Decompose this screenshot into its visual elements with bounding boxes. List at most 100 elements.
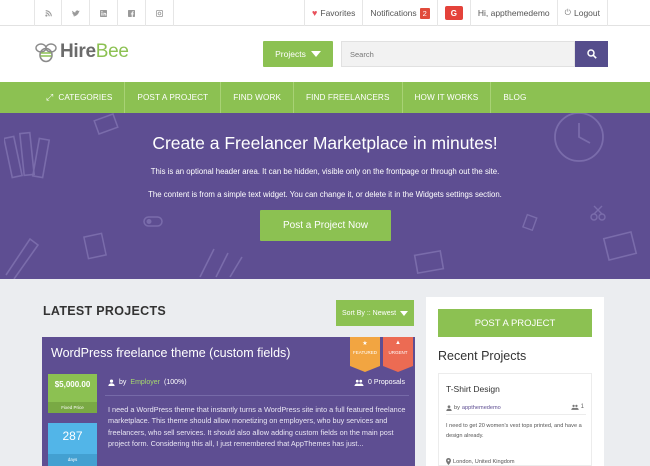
nav-label: BLOG — [503, 93, 527, 102]
site-logo[interactable]: Hire Bee — [34, 40, 129, 64]
toggle-doodle-icon — [143, 216, 163, 227]
rss-icon[interactable] — [34, 0, 62, 26]
favorites-link[interactable]: ♥ Favorites — [304, 0, 362, 26]
expand-arrows-icon: ⤢ — [46, 92, 54, 102]
users-icon — [570, 404, 579, 410]
note-doodle-icon — [83, 232, 107, 260]
projects-dropdown[interactable]: Projects — [263, 41, 333, 67]
caret-down-icon — [310, 51, 321, 57]
hero-text-2: The content is from a simple text widget… — [148, 190, 502, 199]
post-a-project-button[interactable]: POST A PROJECT — [438, 309, 592, 337]
employer-rating: (100%) — [163, 379, 187, 386]
notifications-link[interactable]: Notifications 2 — [362, 0, 436, 26]
scissors-doodle-icon — [590, 205, 606, 221]
board-doodle-icon — [602, 230, 638, 262]
recent-projects-title: Recent Projects — [438, 349, 527, 363]
alert-icon: ▲ — [395, 340, 401, 346]
map-pin-icon — [446, 458, 451, 465]
recent-project-location: London, United Kingdom — [446, 458, 515, 465]
projects-dropdown-label: Projects — [275, 49, 306, 59]
power-icon: ⏻ — [564, 8, 571, 17]
by-label: by — [454, 405, 460, 411]
proposals-count: 1 — [580, 404, 584, 410]
nav-label: HOW IT WORKS — [414, 93, 479, 102]
logo-text-hire: Hire — [60, 41, 96, 62]
hero-banner: Create a Freelancer Marketplace in minut… — [0, 113, 650, 279]
project-card[interactable]: WordPress freelance theme (custom fields… — [42, 337, 415, 466]
nav-item-find-freelancers[interactable]: FIND FREELANCERS — [294, 82, 403, 113]
by-label: by — [119, 379, 127, 386]
logout-link[interactable]: ⏻ Logout — [556, 0, 608, 26]
instagram-icon[interactable] — [146, 0, 174, 26]
price-badge: $5,000.00 Fixed Price — [48, 374, 97, 413]
days-badge: 287 days — [48, 423, 97, 466]
user-icon — [446, 405, 452, 411]
twitter-icon[interactable] — [62, 0, 90, 26]
greeting-link[interactable]: Hi, appthemedemo — [469, 0, 557, 26]
logout-label: Logout — [574, 8, 600, 18]
urgent-ribbon: ▲ URGENT — [383, 337, 413, 372]
ruler-doodle-icon — [199, 248, 243, 278]
heart-icon: ♥ — [312, 8, 318, 18]
gravatar-icon: G — [444, 6, 463, 20]
favorites-label: Favorites — [320, 8, 356, 18]
star-icon: ★ — [362, 341, 368, 347]
recent-project-user-link[interactable]: appthemedemo — [462, 405, 501, 411]
recent-project-byline: by appthemedemo — [446, 405, 501, 411]
recent-project-title[interactable]: T-Shirt Design — [446, 384, 500, 394]
post-project-now-button[interactable]: Post a Project Now — [260, 210, 391, 241]
nav-label: FIND WORK — [233, 93, 282, 102]
clip-doodle-icon — [522, 213, 538, 232]
sort-dropdown[interactable]: Sort By :: Newest — [336, 300, 414, 326]
user-menu: ♥ Favorites Notifications 2 G Hi, apptheme… — [304, 0, 608, 26]
price-type: Fixed Price — [48, 402, 97, 413]
search-placeholder: Search — [350, 49, 374, 59]
linkedin-icon[interactable] — [90, 0, 118, 26]
nav-label: POST A PROJECT — [137, 93, 209, 102]
nav-item-find-work[interactable]: FIND WORK — [221, 82, 295, 113]
site-header: Hire Bee Projects Search — [0, 26, 650, 82]
pencil-doodle-icon — [5, 237, 40, 279]
urgent-label: URGENT — [388, 350, 408, 355]
sort-label: Sort By :: Newest — [341, 309, 397, 317]
nav-item-how-it-works[interactable]: HOW IT WORKS — [403, 82, 492, 113]
location-label: London, United Kingdom — [453, 458, 515, 465]
nav-item-post-a-project[interactable]: POST A PROJECT — [125, 82, 222, 113]
facebook-icon[interactable] — [118, 0, 146, 26]
users-icon — [354, 379, 364, 386]
user-icon — [108, 379, 115, 386]
search-input[interactable]: Search — [341, 41, 575, 67]
notifications-label: Notifications — [370, 8, 417, 18]
employer-link[interactable]: Employer — [130, 379, 160, 386]
divider — [105, 395, 409, 396]
divider — [446, 414, 586, 415]
search-button[interactable] — [575, 41, 608, 67]
featured-ribbon: ★ FEATURED — [350, 337, 380, 372]
nav-label: CATEGORIES — [58, 93, 113, 102]
latest-projects-title: LATEST PROJECTS — [43, 304, 167, 318]
social-links — [34, 0, 174, 26]
hero-title: Create a Freelancer Marketplace in minut… — [152, 133, 498, 153]
notifications-badge: 2 — [419, 7, 430, 19]
recent-project-card[interactable]: T-Shirt Design by appthemedemo 1 I need … — [438, 373, 592, 466]
main-nav: ⤢ CATEGORIES POST A PROJECT FIND WORK FIN… — [0, 82, 650, 113]
top-bar: ♥ Favorites Notifications 2 G Hi, apptheme… — [0, 0, 650, 26]
days-label: days — [48, 454, 97, 466]
hero-text-1: This is an optional header area. It can … — [150, 167, 500, 176]
logo-text-bee: Bee — [95, 41, 129, 62]
featured-label: FEATURED — [353, 350, 377, 355]
search-icon — [586, 49, 597, 59]
proposals-label: 0 Proposals — [368, 379, 405, 386]
proposals-count: 0 Proposals — [354, 379, 405, 386]
nav-item-blog[interactable]: BLOG — [491, 82, 538, 113]
caret-down-icon — [400, 310, 409, 316]
price-value: $5,000.00 — [54, 380, 91, 389]
bee-logo-icon — [35, 43, 57, 63]
days-value: 287 — [62, 429, 83, 443]
project-title[interactable]: WordPress freelance theme (custom fields… — [51, 346, 290, 360]
project-byline: by Employer (100%) — [108, 379, 187, 386]
briefcase-doodle-icon — [413, 249, 445, 275]
recent-project-proposals: 1 — [570, 404, 584, 410]
nav-item-categories[interactable]: ⤢ CATEGORIES — [34, 82, 126, 113]
gravatar-link[interactable]: G — [436, 0, 470, 26]
